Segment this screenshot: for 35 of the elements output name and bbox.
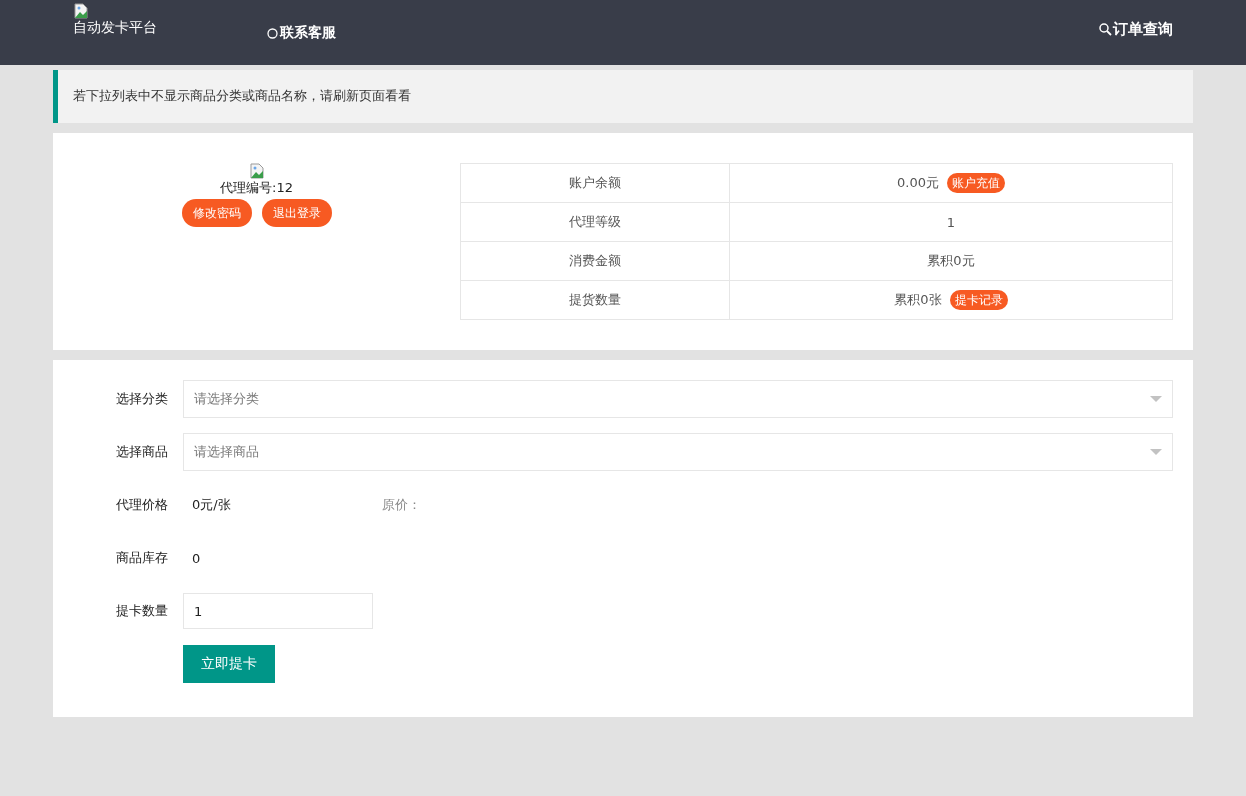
- caret-icon: [1150, 396, 1162, 402]
- quantity-input[interactable]: 1: [183, 593, 373, 629]
- contact-link[interactable]: 联系客服: [267, 24, 336, 42]
- submit-button[interactable]: 立即提卡: [183, 645, 275, 683]
- agent-id-text: 代理编号:12: [220, 179, 293, 197]
- table-cell: 代理等级: [460, 202, 730, 242]
- table-cell: 1: [946, 214, 956, 230]
- notice-text: 若下拉列表中不显示商品分类或商品名称，请刷新页面看看: [73, 88, 411, 103]
- broken-image-icon: [73, 3, 89, 19]
- change-password-button[interactable]: 修改密码: [181, 199, 252, 227]
- field-label: 商品库存: [115, 549, 169, 567]
- field-value: 0: [191, 550, 202, 566]
- search-icon: [1099, 23, 1112, 36]
- field-value: 0元/张: [191, 496, 232, 514]
- table-cell: 消费金额: [460, 241, 730, 281]
- table-cell: 累积0张: [894, 291, 942, 307]
- action-button[interactable]: 账户充值: [946, 173, 1005, 193]
- field-label: 代理价格: [115, 496, 169, 514]
- broken-image-icon: [248, 163, 265, 179]
- field-label: 提卡数量: [115, 602, 169, 620]
- action-button[interactable]: 提卡记录: [949, 290, 1008, 310]
- select-field[interactable]: 请选择分类: [183, 380, 1173, 418]
- select-field[interactable]: 请选择商品: [183, 433, 1173, 471]
- field-label: 选择商品: [115, 443, 169, 461]
- site-logo-text[interactable]: 自动发卡平台: [73, 19, 213, 37]
- order-query-link[interactable]: 订单查询: [1099, 20, 1173, 39]
- table-cell: 账户余额: [460, 163, 730, 203]
- caret-icon: [1150, 449, 1162, 455]
- logout-button[interactable]: 退出登录: [261, 199, 332, 227]
- chat-icon: [267, 27, 278, 39]
- original-price-label: 原价：: [382, 496, 421, 514]
- table-cell: 提货数量: [460, 280, 730, 320]
- field-label: 选择分类: [115, 390, 169, 408]
- table-cell: 累积0元: [927, 253, 975, 268]
- table-cell: 0.00元: [897, 174, 939, 190]
